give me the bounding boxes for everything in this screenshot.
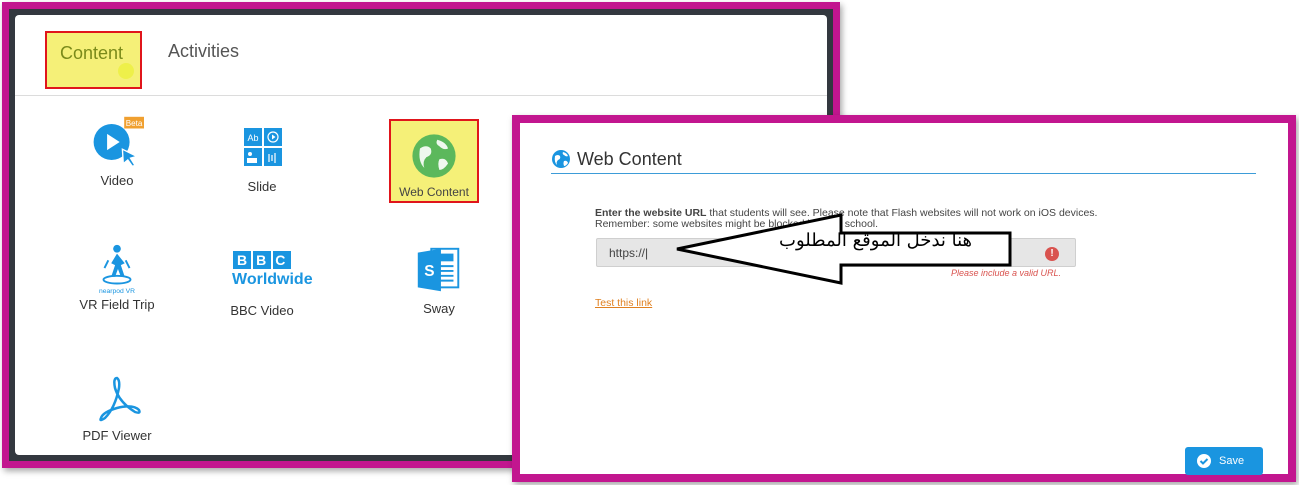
bbc-video-tile[interactable]: BBC Worldwide BBC Video <box>212 247 313 318</box>
tab-activities-label: Activities <box>168 41 240 61</box>
sway-icon: S <box>417 247 460 292</box>
tab-content[interactable]: Content <box>45 31 142 89</box>
error-icon: ! <box>1045 247 1059 261</box>
slide-tile[interactable]: Ab Slide <box>212 121 312 194</box>
tab-content-label: Content <box>60 43 124 63</box>
video-label: Video <box>100 173 134 188</box>
vr-person-icon: nearpod VR <box>99 244 135 295</box>
pdf-viewer-label: PDF Viewer <box>82 428 152 443</box>
worldwide-text: Worldwide <box>232 271 313 288</box>
vr-field-trip-tile[interactable]: nearpod VR VR Field Trip <box>67 243 167 312</box>
tab-activities[interactable]: Activities <box>168 41 239 97</box>
cursor-highlight <box>118 63 134 79</box>
nearpod-vr-logo: nearpod VR <box>99 288 135 295</box>
video-tile[interactable]: Beta Video <box>67 115 167 188</box>
web-content-label: Web Content <box>399 185 469 199</box>
save-button[interactable]: Save <box>1185 447 1263 475</box>
save-label: Save <box>1219 455 1245 467</box>
globe-icon <box>412 134 456 178</box>
beta-badge: Beta <box>126 119 143 128</box>
dialog-title: Web Content <box>577 149 682 169</box>
title-divider <box>551 173 1256 174</box>
bbc-boxes: BBC <box>233 251 295 269</box>
sway-tile[interactable]: S Sway <box>389 243 489 316</box>
slide-ab-text: Ab <box>247 133 258 143</box>
arabic-annotation: هنا ندخل الموقع المطلوب <box>779 230 973 251</box>
test-link[interactable]: Test this link <box>595 297 652 309</box>
sway-letter: S <box>424 263 434 280</box>
sway-label: Sway <box>423 301 455 316</box>
video-icon: Beta <box>93 116 144 168</box>
web-content-tile[interactable]: Web Content <box>389 119 479 203</box>
bbc-text: BBC <box>237 252 295 268</box>
web-content-dialog: Web Content Enter the website URL that s… <box>512 115 1296 482</box>
vr-field-trip-label: VR Field Trip <box>79 297 155 312</box>
globe-icon <box>552 150 570 168</box>
pdf-viewer-tile[interactable]: PDF Viewer <box>67 370 167 443</box>
pdf-icon <box>99 376 141 422</box>
tab-bar: Content Activities <box>15 15 827 96</box>
url-input-value: https://| <box>609 246 649 260</box>
slide-label: Slide <box>247 179 277 194</box>
slide-icon: Ab <box>244 128 282 166</box>
check-icon <box>1197 454 1211 468</box>
bbc-video-label: BBC Video <box>230 303 294 318</box>
bbc-worldwide-logo: BBC Worldwide <box>212 247 313 299</box>
